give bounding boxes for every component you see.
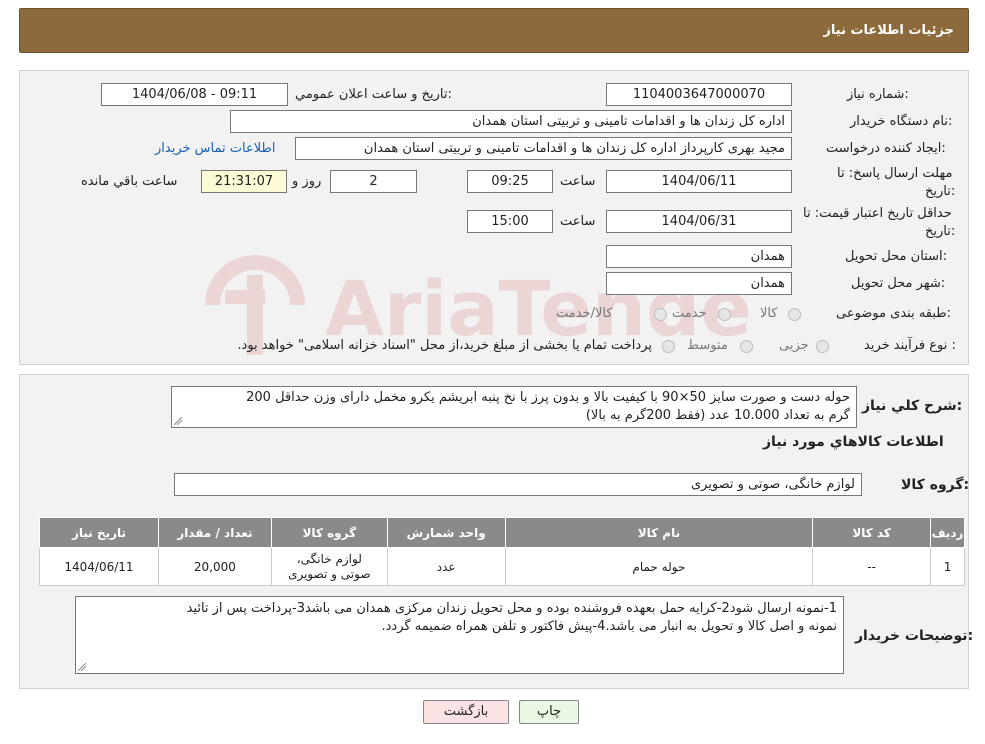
buyer-org-label: نام دستگاه خریدار: (850, 114, 953, 129)
goods-group-label: گروه كالا: (901, 477, 970, 493)
purchase-option-medium: متوسط (687, 338, 728, 353)
deadline-date-field: 1404/06/11 (606, 170, 792, 193)
col-header-name: نام كالا (504, 517, 814, 548)
table-header-row: رديف كد كالا نام كالا واحد شمارش گروه كا… (39, 517, 965, 548)
summary-textarea[interactable]: حوله دست و صورت سایز 50×90 با کیفیت بالا… (171, 386, 857, 428)
summary-label: شرح كلي نياز: (862, 398, 963, 414)
cell-group-line1: لوازم خانگی، (296, 551, 362, 566)
purchase-option-partial: جزیی (779, 338, 809, 353)
deadline-time-label: ساعت (560, 174, 596, 189)
col-header-group: گروه كالا (270, 517, 388, 548)
province-field: همدان (606, 245, 792, 268)
col-header-date: تاريخ نياز (39, 517, 159, 548)
deadline-days-field: 2 (330, 170, 417, 193)
validity-label-line1: حداقل تاریخ اعتبار قیمت: تا (803, 206, 952, 221)
deadline-label-line1: مهلت ارسال پاسخ: تا (837, 166, 953, 181)
remaining-time-field: 21:31:07 (201, 170, 287, 193)
page-header: جزئیات اطلاعات نیاز (19, 8, 969, 53)
treasury-note: پرداخت تمام یا بخشی از مبلغ خرید،از محل … (237, 338, 652, 353)
resize-grip-icon[interactable] (174, 417, 182, 425)
category-option-service: خدمت (672, 306, 707, 321)
deadline-time-field: 09:25 (467, 170, 553, 193)
cell-group: لوازم خانگی، صوتی و تصویری (270, 547, 388, 586)
table-row: 1 -- حوله حمام عدد لوازم خانگی، صوتی و ت… (39, 547, 965, 586)
deadline-days-label: روز و (292, 174, 322, 189)
province-label: استان محل تحویل: (845, 249, 947, 264)
remaining-time-label: ساعت باقي مانده (81, 174, 178, 189)
col-header-unit: واحد شمارش (386, 517, 506, 548)
cell-unit: عدد (386, 547, 506, 586)
announce-datetime-field: 1404/06/08 - 09:11 (101, 83, 288, 106)
city-field: همدان (606, 272, 792, 295)
cell-group-line2: صوتی و تصویری (288, 566, 371, 581)
category-radio-service[interactable] (718, 308, 731, 321)
validity-time-field: 15:00 (467, 210, 553, 233)
buyer-notes-line1: 1-نمونه ارسال شود2-کرایه حمل بعهده فروشن… (186, 601, 837, 616)
category-option-goods-service: کالا/خدمت (556, 306, 613, 321)
goods-group-field: لوازم خانگی، صوتی و تصویری (174, 473, 862, 496)
deadline-label-line2: تاریخ: (925, 184, 956, 199)
back-button[interactable]: بازگشت (423, 700, 509, 724)
resize-grip-icon[interactable] (78, 663, 86, 671)
purchase-type-label: نوع فرآیند خرید : (864, 338, 956, 353)
buyer-org-field: اداره کل زندان ها و اقدامات تامینی و ترب… (230, 110, 792, 133)
cell-name: حوله حمام (504, 547, 814, 586)
purchase-radio-medium[interactable] (740, 340, 753, 353)
category-radio-goods[interactable] (788, 308, 801, 321)
city-label: شهر محل تحویل: (851, 276, 946, 291)
need-number-field: 1104003647000070 (606, 83, 792, 106)
need-number-label: شماره نیاز: (847, 87, 909, 102)
category-option-goods: کالا (760, 306, 778, 321)
cell-row: 1 (930, 547, 965, 586)
category-label: طبقه بندی موضوعی: (836, 306, 952, 321)
goods-info-title: اطلاعات كالاهاي مورد نياز (763, 434, 944, 450)
col-header-qty: تعداد / مقدار (157, 517, 272, 548)
category-radio-goods-service[interactable] (654, 308, 667, 321)
col-header-row: رديف (930, 517, 965, 548)
summary-line1: حوله دست و صورت سایز 50×90 با کیفیت بالا… (246, 390, 850, 405)
requester-label: ایجاد کننده درخواست: (826, 141, 946, 156)
cell-date: 1404/06/11 (39, 547, 159, 586)
cell-code: -- (812, 547, 932, 586)
buyer-notes-label: توضیحات خریدار: (855, 628, 974, 644)
col-header-code: كد كالا (812, 517, 932, 548)
cell-qty: 20,000 (157, 547, 272, 586)
requester-field: مجید بهری کارپرداز اداره کل زندان ها و ا… (295, 137, 792, 160)
validity-date-field: 1404/06/31 (606, 210, 792, 233)
print-button[interactable]: چاپ (519, 700, 579, 724)
purchase-radio-treasury[interactable] (662, 340, 675, 353)
validity-time-label: ساعت (560, 214, 596, 229)
buyer-notes-textarea[interactable]: 1-نمونه ارسال شود2-کرایه حمل بعهده فروشن… (75, 596, 844, 674)
announce-datetime-label: تاریخ و ساعت اعلان عمومي: (295, 87, 452, 102)
purchase-radio-partial[interactable] (816, 340, 829, 353)
buyer-contact-link[interactable]: اطلاعات تماس خریدار (155, 141, 275, 156)
summary-line2: گرم به تعداد 10.000 عدد (فقط 200گرم به ب… (585, 408, 850, 423)
validity-label-line2: تاریخ: (925, 224, 956, 239)
goods-table: رديف كد كالا نام كالا واحد شمارش گروه كا… (39, 517, 965, 586)
buyer-notes-line2: نمونه و اصل کالا و تحویل به انبار می باش… (381, 619, 837, 634)
page-title: جزئیات اطلاعات نیاز (823, 23, 954, 38)
